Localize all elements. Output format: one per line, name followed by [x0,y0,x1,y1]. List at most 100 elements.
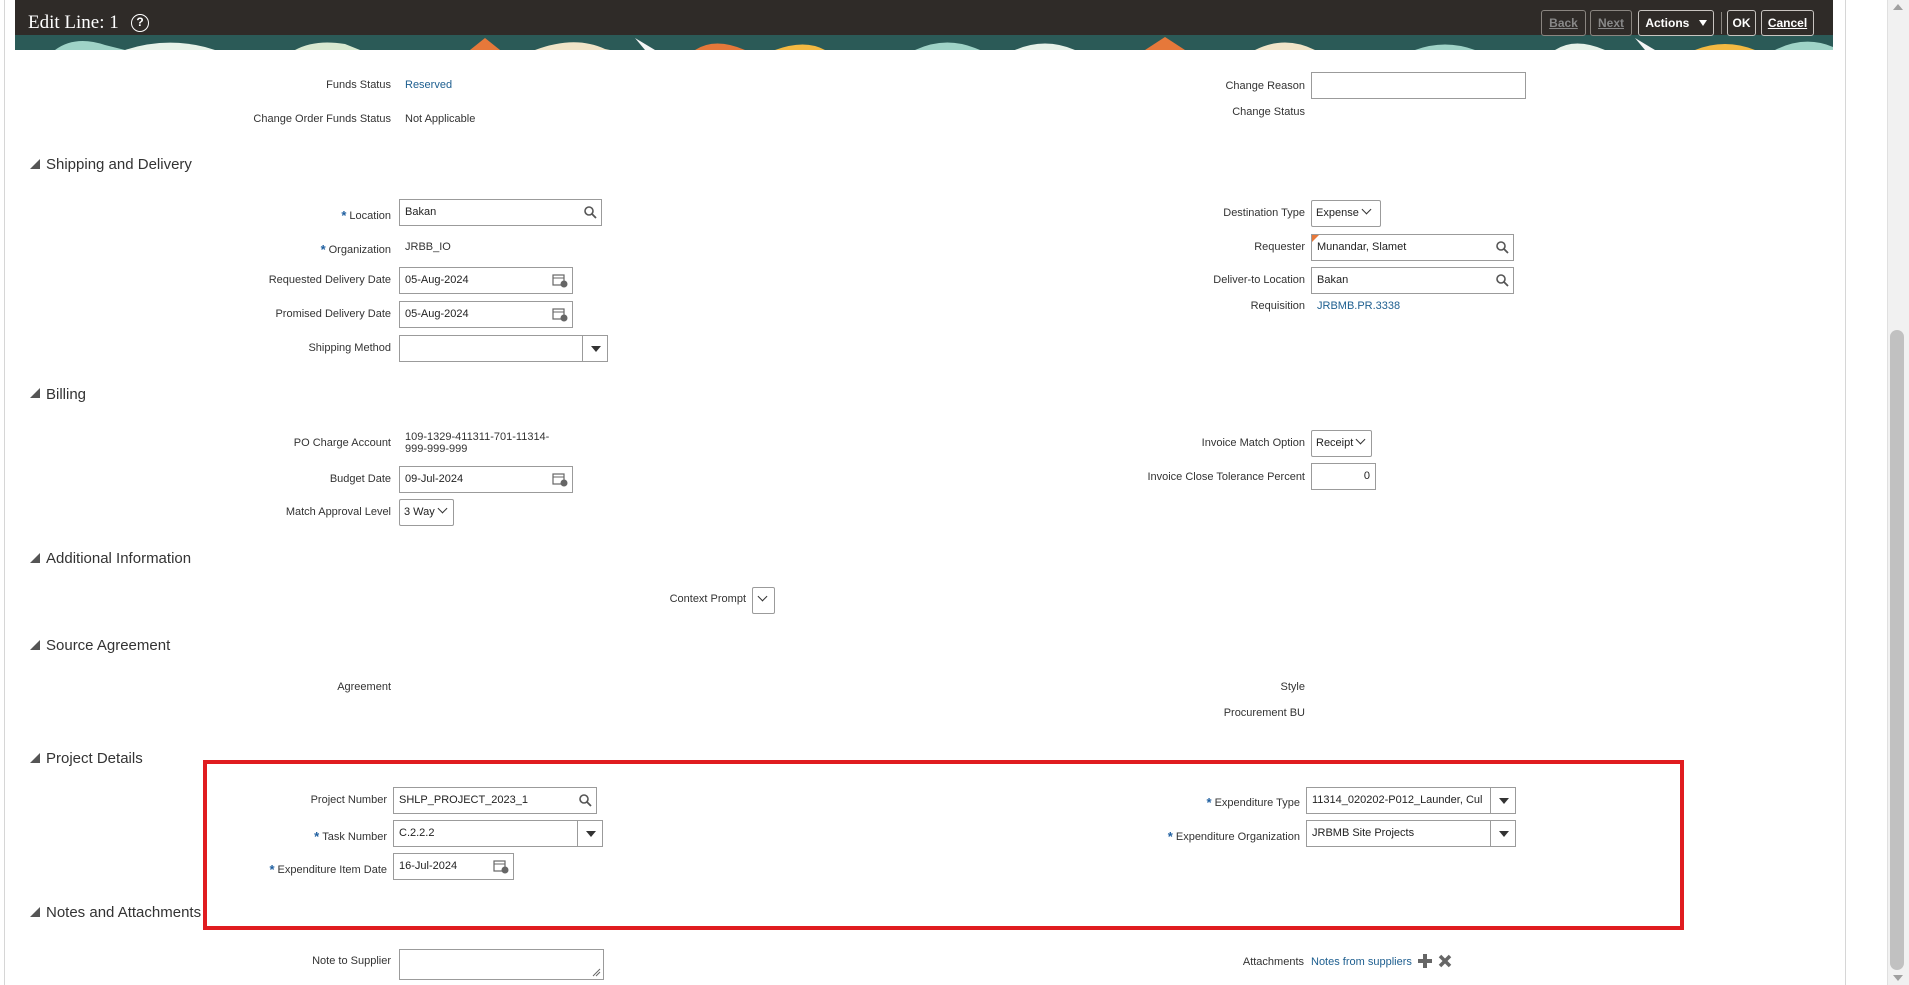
highlight-box [203,760,1684,930]
caret-down-icon [1698,20,1707,26]
budget-date-input[interactable]: 09-Jul-2024 [399,466,573,493]
collapse-source-agreement-icon[interactable] [30,640,40,650]
collapse-additional-icon[interactable] [30,553,40,563]
cancel-button[interactable]: Cancel [1761,10,1814,36]
funds-status-label: Funds Status [326,79,391,91]
po-charge-account-line1: 109-1329-411311-701-11314- [405,431,550,443]
note-to-supplier-label: Note to Supplier [312,955,391,967]
procurement-bu-label: Procurement BU [1223,707,1305,719]
left-border [4,0,5,985]
requester-input[interactable]: Munandar, Slamet [1311,234,1514,261]
location-input[interactable]: Bakan [399,199,602,226]
promised-delivery-date-input[interactable]: 05-Aug-2024 [399,301,573,328]
match-approval-level-label: Match Approval Level [285,506,391,518]
section-shipping-title[interactable]: Shipping and Delivery [46,156,192,173]
decorative-banner [15,35,1833,50]
change-order-funds-status-label: Change Order Funds Status [253,113,391,125]
requester-value: Munandar, Slamet [1317,241,1407,253]
location-value: Bakan [405,206,437,218]
promised-delivery-date-value: 05-Aug-2024 [405,308,469,320]
shipping-method-select[interactable] [399,335,608,362]
dropdown-arrow-icon[interactable] [582,336,607,361]
section-project-details-title[interactable]: Project Details [46,750,143,767]
next-button-label: Next [1597,16,1624,30]
page-header: Edit Line: 1 ? Back Next Actions OK Canc… [15,0,1833,50]
promised-delivery-date-label: Promised Delivery Date [275,308,391,320]
requested-delivery-date-value: 05-Aug-2024 [405,274,469,286]
requested-delivery-date-label: Requested Delivery Date [268,274,391,286]
help-icon[interactable]: ? [131,14,149,32]
collapse-project-details-icon[interactable] [30,753,40,763]
deliver-to-location-label: Deliver-to Location [1213,274,1305,286]
section-notes-title[interactable]: Notes and Attachments [46,904,201,921]
style-label: Style [1280,681,1305,693]
attachments-label: Attachments [1242,956,1304,968]
budget-date-value: 09-Jul-2024 [405,473,464,485]
collapse-notes-icon[interactable] [30,907,40,917]
destination-type-value: Expense [1316,207,1359,219]
destination-type-select[interactable]: Expense [1311,200,1381,227]
calendar-icon[interactable] [552,273,568,288]
page-title: Edit Line: 1 [28,12,119,33]
destination-type-label: Destination Type [1223,207,1305,219]
scroll-up-icon[interactable] [1893,4,1903,10]
chevron-down-icon [1361,204,1372,215]
requisition-link[interactable]: JRBMB.PR.3338 [1317,300,1400,312]
actions-button-label: Actions [1645,16,1690,30]
context-prompt-label: Context Prompt [669,593,746,605]
invoice-close-tolerance-input[interactable]: 0 [1311,463,1376,490]
chevron-down-icon [757,591,768,602]
section-source-agreement-title[interactable]: Source Agreement [46,637,170,654]
requisition-label: Requisition [1250,300,1305,312]
next-button[interactable]: Next [1590,10,1632,36]
search-icon[interactable] [583,205,597,219]
right-border [1845,0,1846,985]
changed-indicator-icon [1312,235,1319,242]
search-icon[interactable] [1495,273,1509,287]
change-order-funds-status-value: Not Applicable [405,113,476,125]
requested-delivery-date-input[interactable]: 05-Aug-2024 [399,267,573,294]
invoice-match-option-select[interactable]: Receipt [1311,430,1372,457]
location-label: * Location [341,207,391,223]
organization-label-text: Organization [328,244,391,256]
invoice-match-option-value: Receipt [1316,437,1354,449]
change-reason-label: Change Reason [1225,80,1305,92]
search-icon[interactable] [1495,240,1509,254]
required-marker: * [320,242,326,257]
chevron-down-icon [437,503,448,514]
calendar-icon[interactable] [552,307,568,322]
section-billing-title[interactable]: Billing [46,386,86,403]
note-to-supplier-textarea[interactable] [399,949,604,980]
attachments-link[interactable]: Notes from suppliers [1311,956,1412,968]
resize-handle-icon[interactable] [592,968,601,977]
po-charge-account-label: PO Charge Account [293,437,391,449]
location-label-text: Location [349,210,391,222]
back-button[interactable]: Back [1541,10,1586,36]
collapse-billing-icon[interactable] [30,388,40,398]
po-charge-account-line2: 999-999-999 [405,443,468,455]
scrollbar-thumb[interactable] [1890,330,1904,970]
section-additional-title[interactable]: Additional Information [46,550,191,567]
scroll-down-icon[interactable] [1893,975,1903,981]
match-approval-level-select[interactable]: 3 Way [399,499,454,526]
shipping-method-label: Shipping Method [308,342,391,354]
deliver-to-location-input[interactable]: Bakan [1311,267,1514,294]
actions-button[interactable]: Actions [1638,10,1714,36]
invoice-match-option-label: Invoice Match Option [1201,437,1305,449]
change-reason-input[interactable] [1311,72,1526,99]
funds-status-value[interactable]: Reserved [405,79,452,91]
context-prompt-select[interactable] [752,587,775,614]
chevron-down-icon [1355,434,1366,445]
organization-label: * Organization [320,241,391,257]
invoice-close-tolerance-label: Invoice Close Tolerance Percent [1147,471,1305,483]
required-marker: * [341,208,347,223]
ok-button[interactable]: OK [1727,10,1756,36]
delete-attachment-icon[interactable] [1438,954,1452,968]
collapse-shipping-icon[interactable] [30,159,40,169]
toolbar-separator [1721,12,1722,34]
add-attachment-icon[interactable] [1418,954,1432,968]
ok-button-label: OK [1732,16,1751,30]
calendar-icon[interactable] [552,472,568,487]
back-button-label: Back [1549,16,1578,30]
cancel-button-label: Cancel [1767,16,1808,30]
